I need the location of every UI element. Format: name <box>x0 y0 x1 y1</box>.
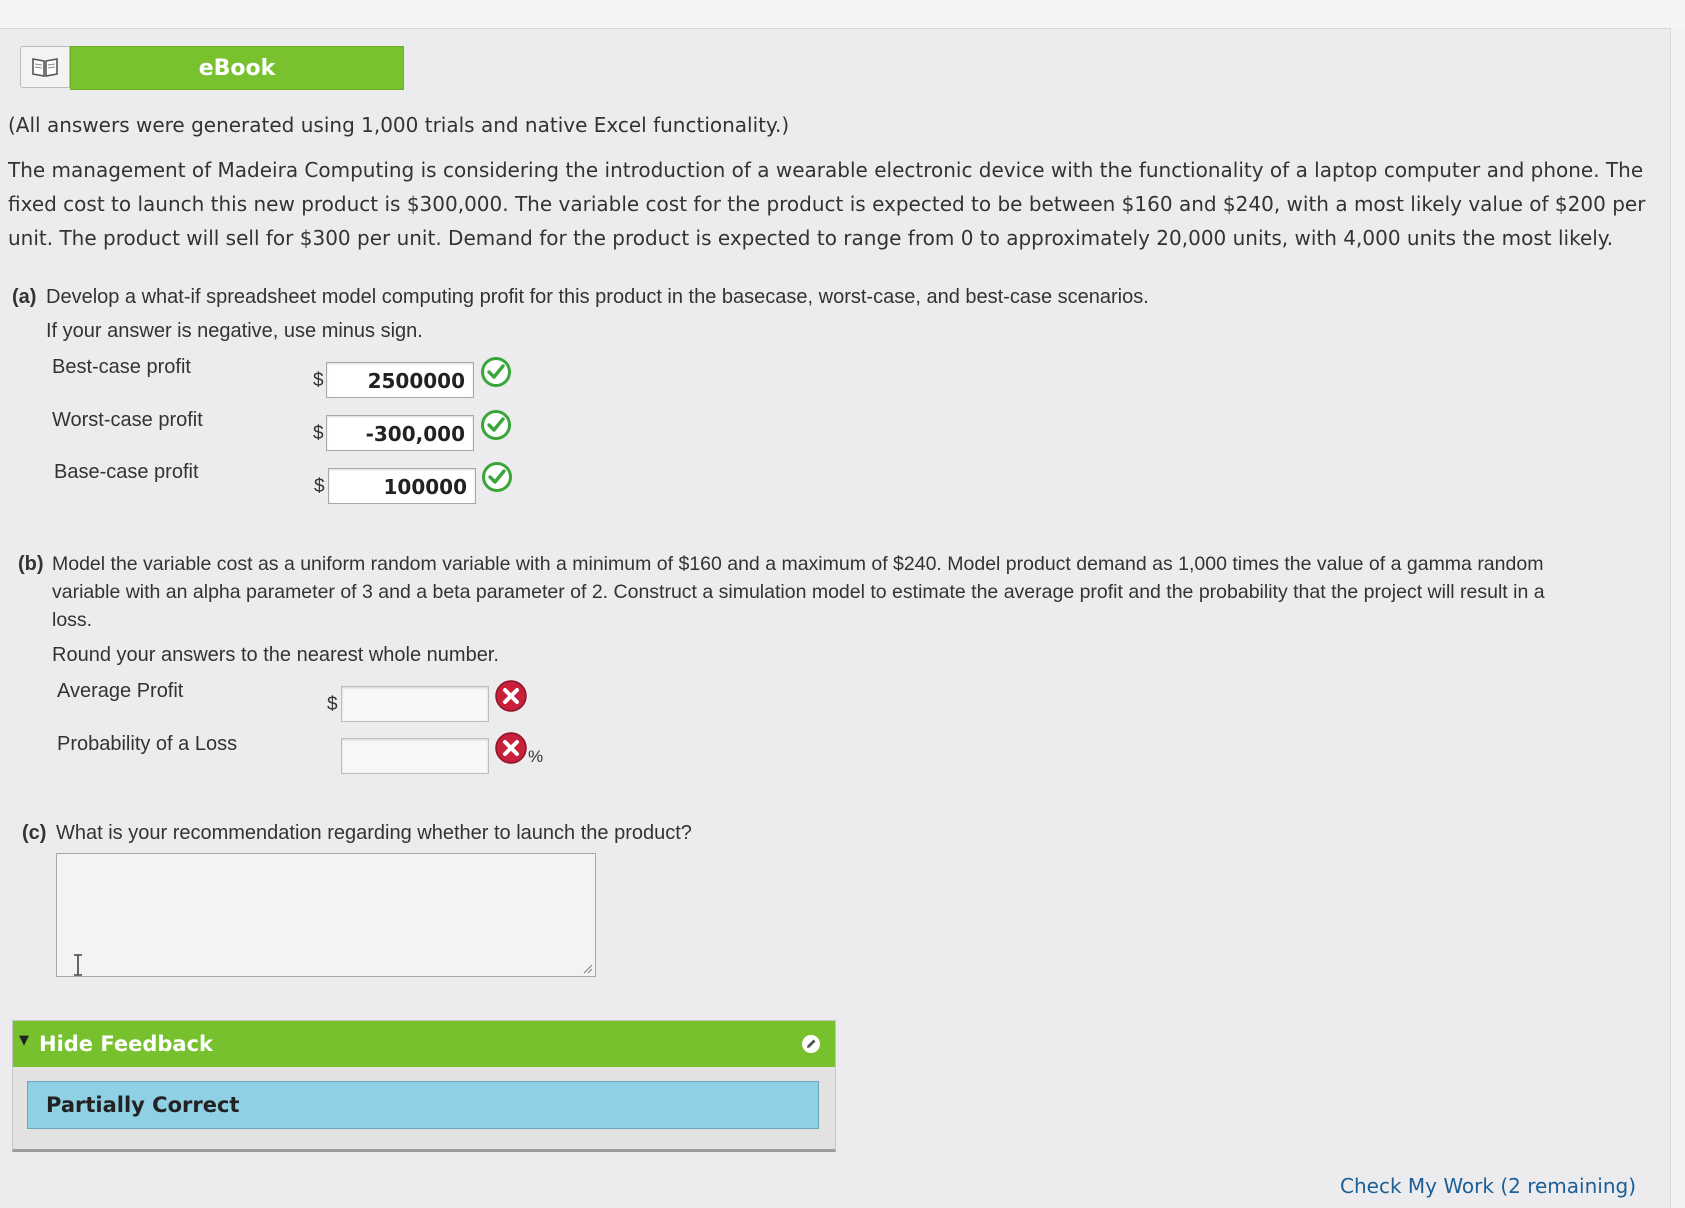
best-case-input[interactable]: 2500000 <box>326 362 474 398</box>
incorrect-x-icon <box>495 732 527 764</box>
part-b-line-2: variable with an alpha parameter of 3 an… <box>52 581 1545 603</box>
incorrect-x-icon <box>495 680 527 712</box>
correct-check-icon <box>481 410 511 440</box>
worst-case-input[interactable]: -300,000 <box>326 415 474 451</box>
feedback-toggle[interactable]: ▼ Hide Feedback <box>13 1021 835 1067</box>
probability-loss-input[interactable] <box>341 738 489 774</box>
problem-line-1: The management of Madeira Computing is c… <box>8 158 1644 182</box>
ebook-label: eBook <box>198 55 276 81</box>
problem-line-2: fixed cost to launch this new product is… <box>8 192 1646 216</box>
base-case-currency: $ <box>314 476 325 497</box>
part-c-prefix: (c) <box>22 822 47 844</box>
check-my-work-link[interactable]: Check My Work (2 remaining) <box>1340 1174 1636 1198</box>
part-b-line-3: loss. <box>52 609 93 631</box>
right-scroll-strip[interactable] <box>1670 28 1685 1208</box>
feedback-result-box: Partially Correct <box>27 1081 819 1129</box>
best-case-currency: $ <box>313 370 324 391</box>
part-b-line-1: Model the variable cost as a uniform ran… <box>52 553 1544 575</box>
probability-loss-label: Probability of a Loss <box>57 733 238 755</box>
worst-case-label: Worst-case profit <box>52 409 203 431</box>
recommendation-textarea[interactable] <box>56 853 596 977</box>
text-cursor-icon <box>74 954 82 976</box>
part-c-question: What is your recommendation regarding wh… <box>56 822 692 844</box>
part-b-instruction: Round your answers to the nearest whole … <box>52 644 499 666</box>
part-b-prefix: (b) <box>18 553 44 575</box>
worst-case-currency: $ <box>313 423 324 444</box>
book-icon[interactable] <box>20 46 70 88</box>
edit-pencil-icon[interactable] <box>801 1034 821 1054</box>
part-a-instruction: If your answer is negative, use minus si… <box>46 320 423 342</box>
trials-note: (All answers were generated using 1,000 … <box>8 113 790 137</box>
average-profit-input[interactable] <box>341 686 489 722</box>
part-a-question: Develop a what-if spreadsheet model comp… <box>46 286 1149 308</box>
correct-check-icon <box>481 357 511 387</box>
feedback-panel: ▼ Hide Feedback Partially Correct <box>12 1020 836 1152</box>
base-case-input[interactable]: 100000 <box>328 468 476 504</box>
problem-line-3: unit. The product will sell for $300 per… <box>8 226 1614 250</box>
average-profit-label: Average Profit <box>57 680 184 702</box>
ebook-button[interactable]: eBook <box>70 46 404 90</box>
ebook-bar[interactable]: eBook <box>20 46 404 90</box>
top-toolbar-band <box>0 0 1685 29</box>
percent-unit: % <box>528 747 544 766</box>
average-profit-currency: $ <box>327 694 338 715</box>
base-case-label: Base-case profit <box>54 461 199 483</box>
best-case-label: Best-case profit <box>52 356 191 378</box>
part-a-prefix: (a) <box>12 286 37 308</box>
resize-handle-icon[interactable] <box>581 962 593 974</box>
correct-check-icon <box>482 462 512 492</box>
collapse-triangle-icon[interactable]: ▼ <box>19 1033 29 1048</box>
feedback-toggle-label: Hide Feedback <box>39 1032 213 1056</box>
feedback-result-text: Partially Correct <box>46 1093 240 1117</box>
